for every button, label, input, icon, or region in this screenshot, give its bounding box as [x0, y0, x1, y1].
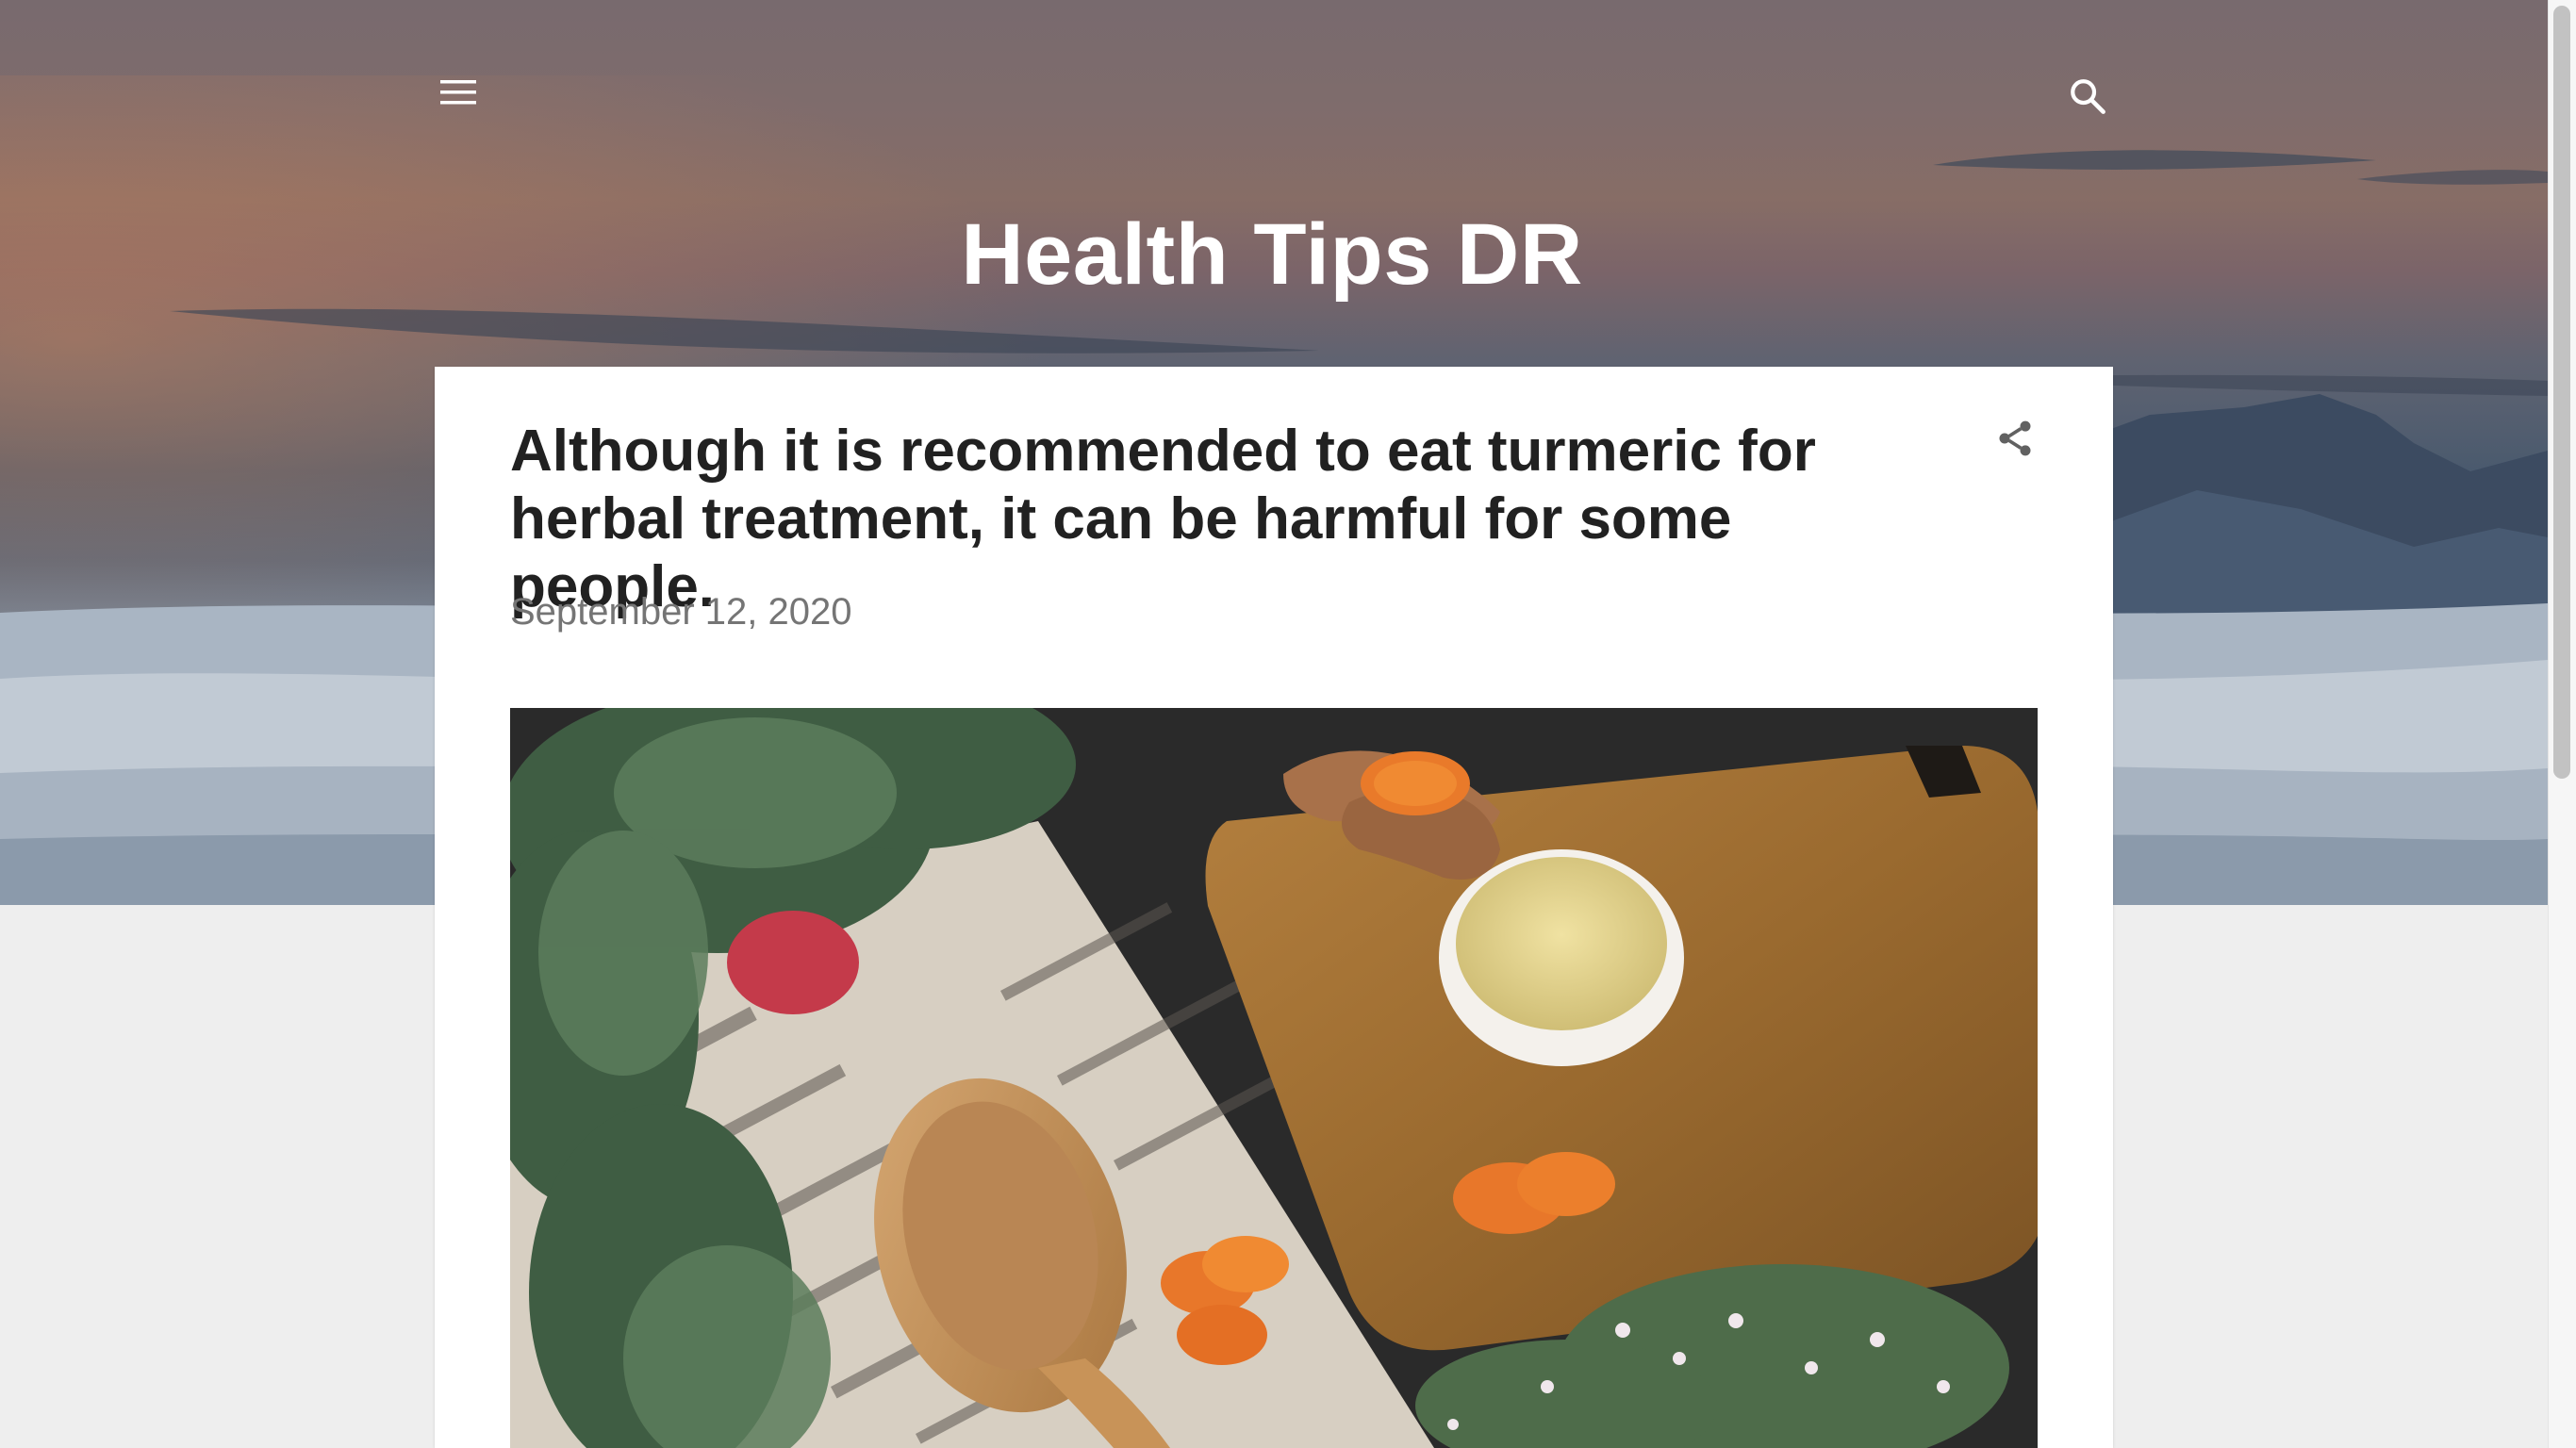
post-date[interactable]: September 12, 2020 — [510, 585, 851, 638]
post-featured-image[interactable] — [510, 708, 2038, 1448]
search-button[interactable] — [2059, 68, 2116, 124]
share-button[interactable] — [1981, 404, 2049, 472]
search-icon — [2071, 79, 2105, 114]
hamburger-menu-icon — [440, 80, 476, 105]
turmeric-photo — [510, 708, 2038, 1448]
scrollbar-thumb[interactable] — [2553, 6, 2570, 779]
scrollbar-track[interactable] — [2548, 0, 2576, 1448]
menu-button[interactable] — [430, 64, 487, 121]
post-card: Although it is recommended to eat turmer… — [435, 367, 2113, 1448]
blog-title[interactable]: Health Tips DR — [430, 193, 2114, 316]
share-icon — [1999, 420, 2031, 456]
